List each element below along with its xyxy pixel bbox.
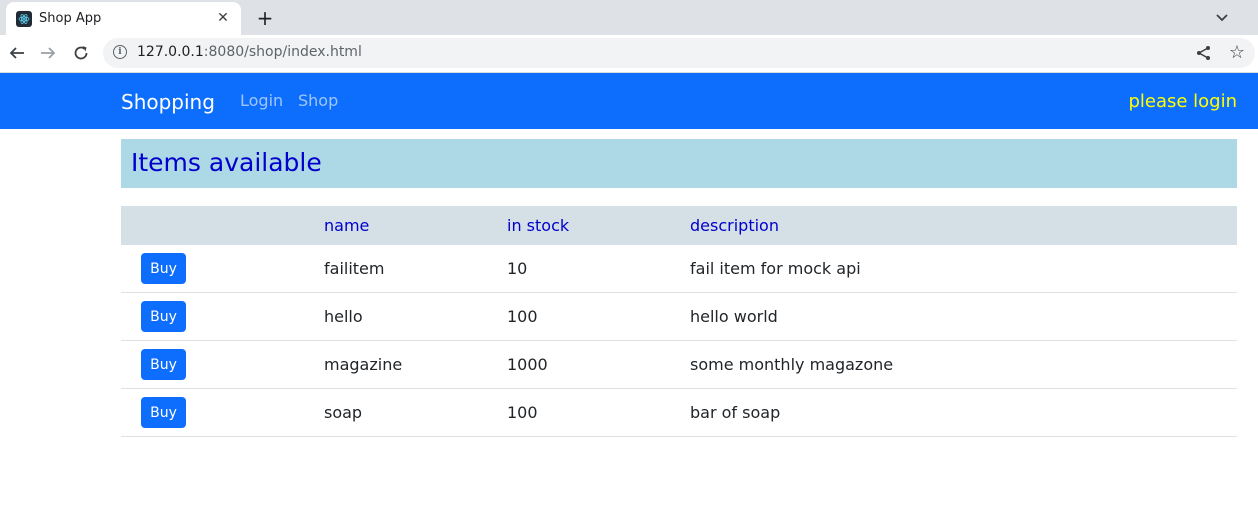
site-info-icon[interactable]: i xyxy=(113,45,127,59)
buy-button[interactable]: Buy xyxy=(141,253,186,284)
item-stock: 1000 xyxy=(507,340,690,389)
item-description: hello world xyxy=(690,292,1237,341)
buy-button[interactable]: Buy xyxy=(141,349,186,380)
chevron-down-icon[interactable] xyxy=(1212,8,1232,28)
navbar-brand[interactable]: Shopping xyxy=(121,90,215,114)
share-icon[interactable] xyxy=(1195,44,1213,62)
table-row: Buy soap 100 bar of soap xyxy=(121,388,1237,437)
buy-button[interactable]: Buy xyxy=(141,397,186,428)
column-header-action xyxy=(121,206,324,245)
page-title: Items available xyxy=(131,148,322,177)
url-path: :8080/shop/index.html xyxy=(203,44,362,60)
nav-link-shop[interactable]: Shop xyxy=(298,91,338,110)
app-navbar: Shopping Login Shop please login xyxy=(0,73,1258,129)
table-header-row: name in stock description xyxy=(121,206,1237,245)
item-stock: 10 xyxy=(507,245,690,293)
item-name: hello xyxy=(324,292,507,341)
reload-icon[interactable] xyxy=(70,42,92,64)
item-description: fail item for mock api xyxy=(690,245,1237,293)
tab-title: Shop App xyxy=(39,11,102,26)
table-row: Buy failitem 10 fail item for mock api xyxy=(121,245,1237,293)
back-arrow-icon[interactable] xyxy=(6,42,28,64)
action-cell: Buy xyxy=(121,340,324,389)
items-header-banner: Items available xyxy=(121,139,1237,188)
item-name: failitem xyxy=(324,245,507,293)
action-cell: Buy xyxy=(121,245,324,293)
item-description: bar of soap xyxy=(690,388,1237,437)
nav-link-login[interactable]: Login xyxy=(240,91,283,110)
url-host: 127.0.0.1 xyxy=(137,44,204,60)
table-row: Buy magazine 1000 some monthly magazone xyxy=(121,340,1237,389)
item-name: magazine xyxy=(324,340,507,389)
bookmark-star-icon[interactable]: ☆ xyxy=(1229,42,1245,63)
item-description: some monthly magazone xyxy=(690,340,1237,389)
url-text: 127.0.0.1:8080/shop/index.html xyxy=(137,44,362,60)
new-tab-button[interactable]: + xyxy=(254,6,276,30)
browser-tab-bar: Shop App ✕ + xyxy=(0,0,1258,35)
action-cell: Buy xyxy=(121,292,324,341)
browser-tab[interactable]: Shop App ✕ xyxy=(6,2,241,35)
buy-button[interactable]: Buy xyxy=(141,301,186,332)
column-header-description: description xyxy=(690,206,1237,245)
column-header-stock: in stock xyxy=(507,206,690,245)
browser-toolbar: i 127.0.0.1:8080/shop/index.html ☆ xyxy=(0,35,1258,73)
address-bar[interactable]: i 127.0.0.1:8080/shop/index.html ☆ xyxy=(103,38,1255,68)
items-table: name in stock description Buy failitem 1… xyxy=(121,206,1237,437)
action-cell: Buy xyxy=(121,388,324,437)
react-favicon-icon xyxy=(16,11,32,27)
close-tab-icon[interactable]: ✕ xyxy=(213,8,233,28)
item-stock: 100 xyxy=(507,388,690,437)
column-header-name: name xyxy=(324,206,507,245)
item-stock: 100 xyxy=(507,292,690,341)
login-status-text: please login xyxy=(1128,91,1237,112)
table-row: Buy hello 100 hello world xyxy=(121,292,1237,341)
item-name: soap xyxy=(324,388,507,437)
forward-arrow-icon[interactable] xyxy=(37,42,59,64)
